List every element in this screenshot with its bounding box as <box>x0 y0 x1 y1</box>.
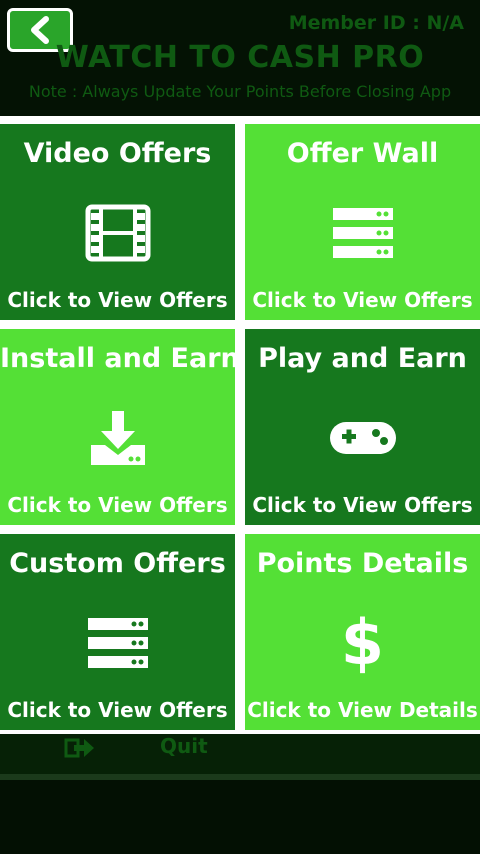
tile-subtitle: Click to View Details <box>247 698 478 722</box>
server-list-icon <box>78 610 158 676</box>
tile-install-and-earn[interactable]: Install and Earn Click to View Offers <box>0 329 240 525</box>
tile-points-details[interactable]: Points Details $ Click to View Details <box>245 534 480 730</box>
app-title: WATCH TO CASH PRO <box>55 40 425 75</box>
tile-custom-offers[interactable]: Custom Offers Click to View Offers <box>0 534 235 730</box>
tile-title: Play and Earn <box>258 343 467 374</box>
tile-title: Points Details <box>256 548 469 579</box>
tile-offer-wall[interactable]: Offer Wall Click to View Offers <box>245 124 480 320</box>
tile-subtitle: Click to View Offers <box>7 698 228 722</box>
tile-subtitle: Click to View Offers <box>7 493 228 517</box>
update-note: Note : Always Update Your Points Before … <box>28 82 452 101</box>
bottom-area <box>0 780 480 854</box>
server-list-icon <box>323 200 403 266</box>
tile-subtitle: Click to View Offers <box>252 288 473 312</box>
offers-grid: Video Offers Click to View Offers Offer … <box>0 116 480 734</box>
member-id-label: Member ID : N/A <box>288 12 464 34</box>
exit-icon <box>64 736 96 760</box>
dollar-symbol: $ <box>340 606 385 679</box>
film-icon <box>78 200 158 266</box>
tile-title: Video Offers <box>23 138 212 169</box>
gamepad-icon <box>323 405 403 471</box>
download-icon <box>78 405 158 471</box>
tile-title: Custom Offers <box>9 548 226 579</box>
quit-label: Quit <box>160 734 208 758</box>
tile-subtitle: Click to View Offers <box>252 493 473 517</box>
tile-subtitle: Click to View Offers <box>7 288 228 312</box>
tile-play-and-earn[interactable]: Play and Earn Click to View Offers <box>245 329 480 525</box>
dollar-icon: $ <box>323 610 403 676</box>
tile-video-offers[interactable]: Video Offers Click to View Offers <box>0 124 235 320</box>
quit-row[interactable]: Quit <box>0 734 480 774</box>
tile-title: Install and Earn <box>0 343 240 374</box>
app-header: Member ID : N/A WATCH TO CASH PRO Note :… <box>0 0 480 116</box>
tile-title: Offer Wall <box>286 138 439 169</box>
